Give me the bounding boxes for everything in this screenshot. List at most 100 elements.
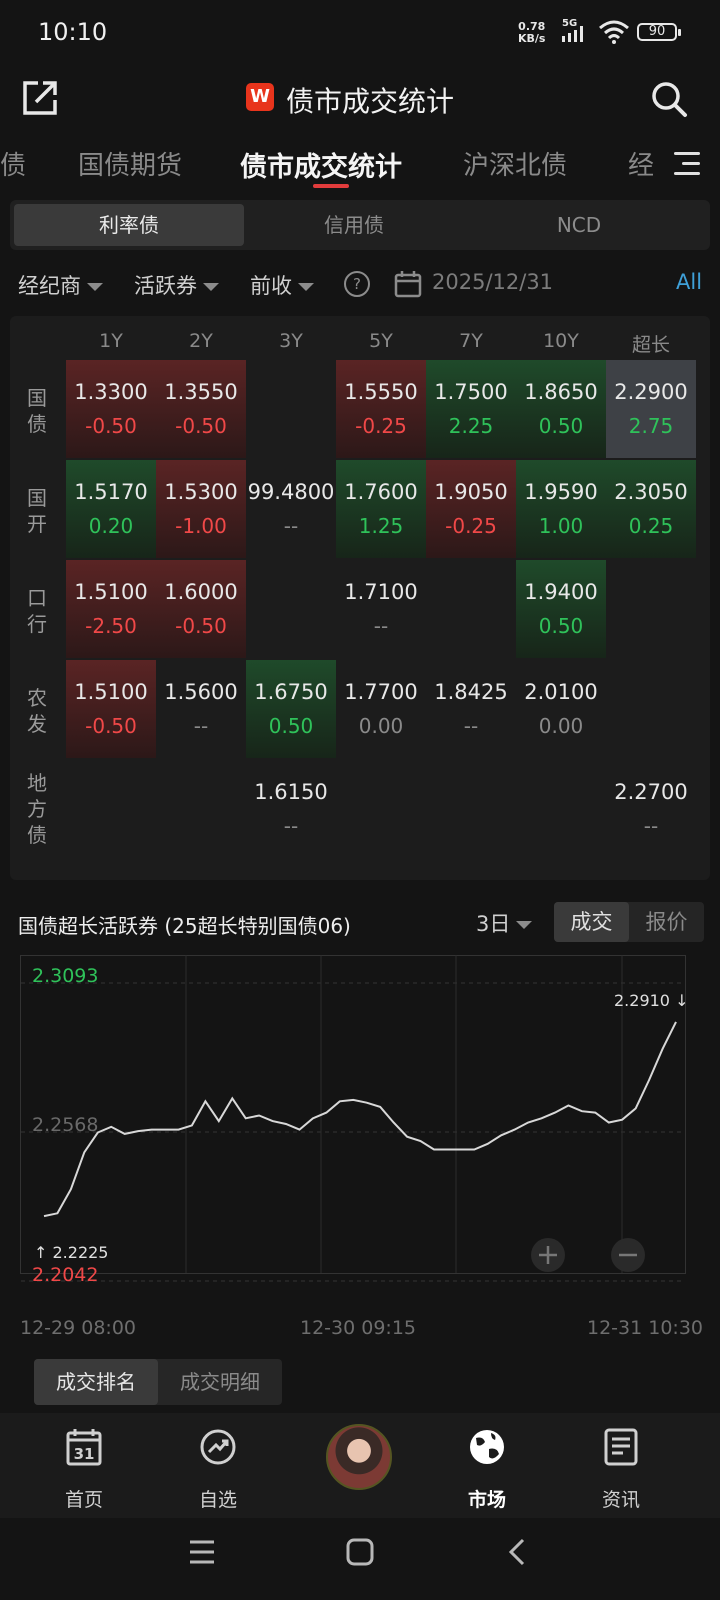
- yield-change: 0.50: [538, 614, 584, 638]
- zoom-out-icon[interactable]: [611, 1238, 645, 1272]
- chart-frame: [20, 955, 686, 1274]
- all-link[interactable]: All: [676, 270, 702, 294]
- prev-close-filter[interactable]: 前收: [250, 270, 314, 300]
- yield-change: 0.00: [538, 714, 584, 738]
- row-header-local: 地 方 债: [27, 771, 47, 847]
- yield-cell[interactable]: 2.2700 --: [606, 760, 696, 858]
- yield-cell[interactable]: 1.5300 -1.00: [156, 460, 246, 558]
- tab-economy[interactable]: 经: [628, 145, 654, 182]
- assistant-avatar[interactable]: [326, 1424, 392, 1490]
- home-icon[interactable]: [346, 1538, 374, 1566]
- yield-cell[interactable]: 1.9400 0.50: [516, 560, 606, 658]
- high-price-label: 2.2910 ↓: [614, 991, 686, 1010]
- yield-value: 1.3300: [74, 380, 148, 404]
- yield-cell[interactable]: 1.5100 -0.50: [66, 660, 156, 758]
- yield-cell[interactable]: 1.5100 -2.50: [66, 560, 156, 658]
- zoom-in-icon[interactable]: [531, 1238, 565, 1272]
- toggle-quote[interactable]: 报价: [629, 902, 704, 942]
- yield-cell[interactable]: 2.2900 2.75: [606, 360, 696, 458]
- yield-value: 1.5550: [344, 380, 418, 404]
- search-icon[interactable]: [650, 80, 688, 122]
- yield-cell[interactable]: 1.7100 --: [336, 560, 426, 658]
- yield-change: 0.50: [268, 714, 314, 738]
- nav-home[interactable]: 31 首页: [34, 1427, 134, 1511]
- calendar-icon[interactable]: [394, 270, 422, 302]
- column-header: 1Y: [99, 330, 123, 352]
- yield-cell[interactable]: 1.5170 0.20: [66, 460, 156, 558]
- yield-cell: [606, 660, 696, 758]
- segment-ncd[interactable]: NCD: [464, 204, 694, 246]
- yield-cell[interactable]: 1.7700 0.00: [336, 660, 426, 758]
- yield-cell[interactable]: 1.6150 --: [246, 760, 336, 858]
- yield-cell: [156, 760, 246, 858]
- nav-market[interactable]: 市场: [437, 1427, 537, 1511]
- nav-watchlist[interactable]: 自选: [168, 1427, 268, 1511]
- subtab-trade-ranking[interactable]: 成交排名: [34, 1359, 158, 1405]
- ranking-subtabs: 成交排名 成交明细: [34, 1359, 282, 1405]
- yield-cell[interactable]: 1.5550 -0.25: [336, 360, 426, 458]
- yield-value: 1.5600: [164, 680, 238, 704]
- yield-change: -0.25: [355, 414, 407, 438]
- yield-cell[interactable]: 99.4800 --: [246, 460, 336, 558]
- active-bond-filter[interactable]: 活跃券: [134, 270, 219, 300]
- app-logo: W: [246, 83, 274, 111]
- broker-filter[interactable]: 经纪商: [18, 270, 103, 300]
- caret-down-icon: [298, 283, 314, 291]
- yield-cell[interactable]: 2.0100 0.00: [516, 660, 606, 758]
- yield-value: 2.2900: [614, 380, 688, 404]
- tab-active-indicator: [313, 184, 349, 188]
- date-display[interactable]: 2025/12/31: [432, 270, 553, 294]
- yield-cell[interactable]: 1.7500 2.25: [426, 360, 516, 458]
- yield-cell[interactable]: 2.3050 0.25: [606, 460, 696, 558]
- battery-icon: 90: [637, 23, 681, 41]
- column-header: 3Y: [279, 330, 303, 352]
- x-tick-label: 12-29 08:00: [20, 1317, 137, 1339]
- yield-cell[interactable]: 1.9590 1.00: [516, 460, 606, 558]
- signal-icon: 5G: [562, 18, 588, 46]
- segment-credit-bonds[interactable]: 信用债: [239, 204, 469, 246]
- yield-cell: [336, 760, 426, 858]
- menu-icon[interactable]: [672, 150, 702, 178]
- low-price-label: ↑ 2.2225: [34, 1243, 108, 1262]
- tab-exchange-bonds[interactable]: 沪深北债: [463, 145, 567, 182]
- yield-cell: [246, 360, 336, 458]
- nav-home-label: 首页: [64, 1489, 103, 1511]
- subtab-trade-detail[interactable]: 成交明细: [158, 1359, 282, 1405]
- yield-cell[interactable]: 1.9050 -0.25: [426, 460, 516, 558]
- tab-bonds[interactable]: 债: [0, 145, 26, 182]
- yield-value: 2.0100: [524, 680, 598, 704]
- back-icon[interactable]: [504, 1538, 532, 1566]
- yield-value: 1.3550: [164, 380, 238, 404]
- recents-icon[interactable]: [188, 1538, 216, 1566]
- yield-value: 1.8650: [524, 380, 598, 404]
- yield-value: 1.9590: [524, 480, 598, 504]
- price-line-chart[interactable]: 2.3093 2.2568 2.2042 ↑ 2.2225 2.2910 ↓: [20, 955, 686, 1293]
- tab-bond-trade-stats[interactable]: 债市成交统计: [240, 145, 402, 184]
- yield-cell[interactable]: 1.6750 0.50: [246, 660, 336, 758]
- yield-value: 2.2700: [614, 780, 688, 804]
- column-header: 5Y: [369, 330, 393, 352]
- trade-quote-toggle: 成交 报价: [554, 902, 704, 942]
- series-line: [43, 1021, 677, 1218]
- yield-change: 0.25: [628, 514, 674, 538]
- yield-change: --: [463, 714, 479, 738]
- toggle-trade[interactable]: 成交: [554, 902, 629, 942]
- yield-value: 1.9400: [524, 580, 598, 604]
- news-icon: [604, 1428, 638, 1466]
- yield-cell[interactable]: 1.8425 --: [426, 660, 516, 758]
- segment-rate-bonds[interactable]: 利率债: [14, 204, 244, 246]
- yield-cell[interactable]: 1.5600 --: [156, 660, 246, 758]
- range-select[interactable]: 3日: [476, 908, 533, 938]
- help-icon[interactable]: ?: [344, 271, 370, 297]
- nav-news[interactable]: 资讯: [571, 1427, 671, 1511]
- bond-type-segment: 利率债 信用债 NCD: [10, 200, 710, 250]
- yield-cell[interactable]: 1.3550 -0.50: [156, 360, 246, 458]
- yield-cell[interactable]: 1.3300 -0.50: [66, 360, 156, 458]
- yield-cell[interactable]: 1.6000 -0.50: [156, 560, 246, 658]
- tab-treasury-futures[interactable]: 国债期货: [78, 145, 182, 182]
- yield-change: --: [283, 814, 299, 838]
- share-icon[interactable]: [22, 80, 58, 120]
- yield-cell[interactable]: 1.7600 1.25: [336, 460, 426, 558]
- nav-news-label: 资讯: [601, 1489, 640, 1511]
- yield-cell[interactable]: 1.8650 0.50: [516, 360, 606, 458]
